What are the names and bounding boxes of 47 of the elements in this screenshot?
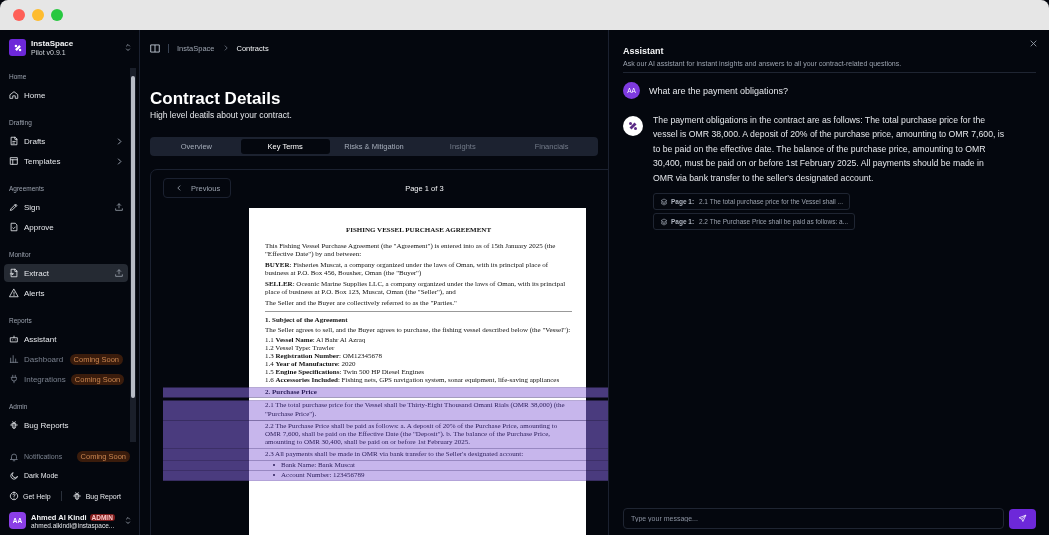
chevron-right-icon bbox=[116, 157, 123, 165]
chevron-right-icon bbox=[222, 45, 229, 51]
pen-icon bbox=[9, 202, 19, 212]
document-icon bbox=[9, 136, 19, 146]
chevron-left-icon bbox=[176, 185, 182, 191]
layers-icon bbox=[660, 197, 668, 206]
nav-item[interactable]: Assistant bbox=[4, 330, 128, 348]
bug-icon bbox=[71, 491, 82, 501]
help-icon bbox=[9, 491, 19, 501]
bug-icon bbox=[9, 420, 19, 430]
document-check-icon bbox=[9, 222, 19, 232]
moon-icon bbox=[9, 470, 19, 481]
logo-icon bbox=[9, 39, 26, 56]
send-button[interactable] bbox=[1009, 508, 1036, 529]
nav-item[interactable]: Sign bbox=[4, 198, 128, 216]
plug-icon bbox=[9, 374, 19, 384]
document-icon bbox=[9, 268, 19, 278]
scrollbar[interactable] bbox=[130, 68, 136, 442]
upload-icon bbox=[115, 269, 123, 277]
assistant-avatar-icon bbox=[623, 116, 643, 136]
chevron-right-icon bbox=[116, 137, 123, 145]
robot-icon bbox=[9, 334, 19, 344]
nav-item[interactable]: Approve bbox=[4, 218, 128, 236]
nav-item[interactable]: Home bbox=[4, 86, 128, 104]
assistant-message: The payment obligations in the contract are as follows: The total purchase price for the vessel is OMR 38,000. A deposit of 20% of the purchase price, amounting to OMR 7,600, is to be paid on the effective date. The balance of the purchase price, amounting to OMR 30,400, must be paid on or before 1st February 2025. All payments should be made in OMR via bank transfer to the seller's designated account. bbox=[653, 114, 1005, 185]
chevron-up-down-icon bbox=[125, 43, 131, 52]
send-icon bbox=[1018, 514, 1027, 523]
page-subtitle: High level deatils about your contract. bbox=[150, 110, 293, 120]
upload-icon bbox=[115, 203, 123, 211]
chevron-up-down-icon bbox=[125, 516, 131, 525]
page-title: Contract Details bbox=[150, 89, 282, 109]
nav-item[interactable]: Templates bbox=[4, 152, 128, 170]
nav-item[interactable]: Alerts bbox=[4, 284, 128, 302]
close-icon[interactable] bbox=[1030, 40, 1037, 47]
bar-chart-icon bbox=[9, 354, 19, 364]
workspace-name: InstaSpace bbox=[31, 39, 75, 48]
nav-item[interactable]: Drafts bbox=[4, 132, 128, 150]
layers-icon bbox=[660, 217, 668, 226]
house-icon bbox=[9, 90, 19, 100]
panel-title: Assistant bbox=[623, 46, 665, 56]
sidebar-toggle-icon[interactable] bbox=[150, 43, 160, 53]
warning-icon bbox=[9, 288, 19, 298]
bell-icon bbox=[9, 451, 19, 462]
layout-icon bbox=[9, 156, 19, 166]
nav-item[interactable]: Extract bbox=[4, 264, 128, 282]
user-message: What are the payment obligations? bbox=[649, 85, 789, 96]
nav-item[interactable]: Bug Reports bbox=[4, 416, 128, 434]
